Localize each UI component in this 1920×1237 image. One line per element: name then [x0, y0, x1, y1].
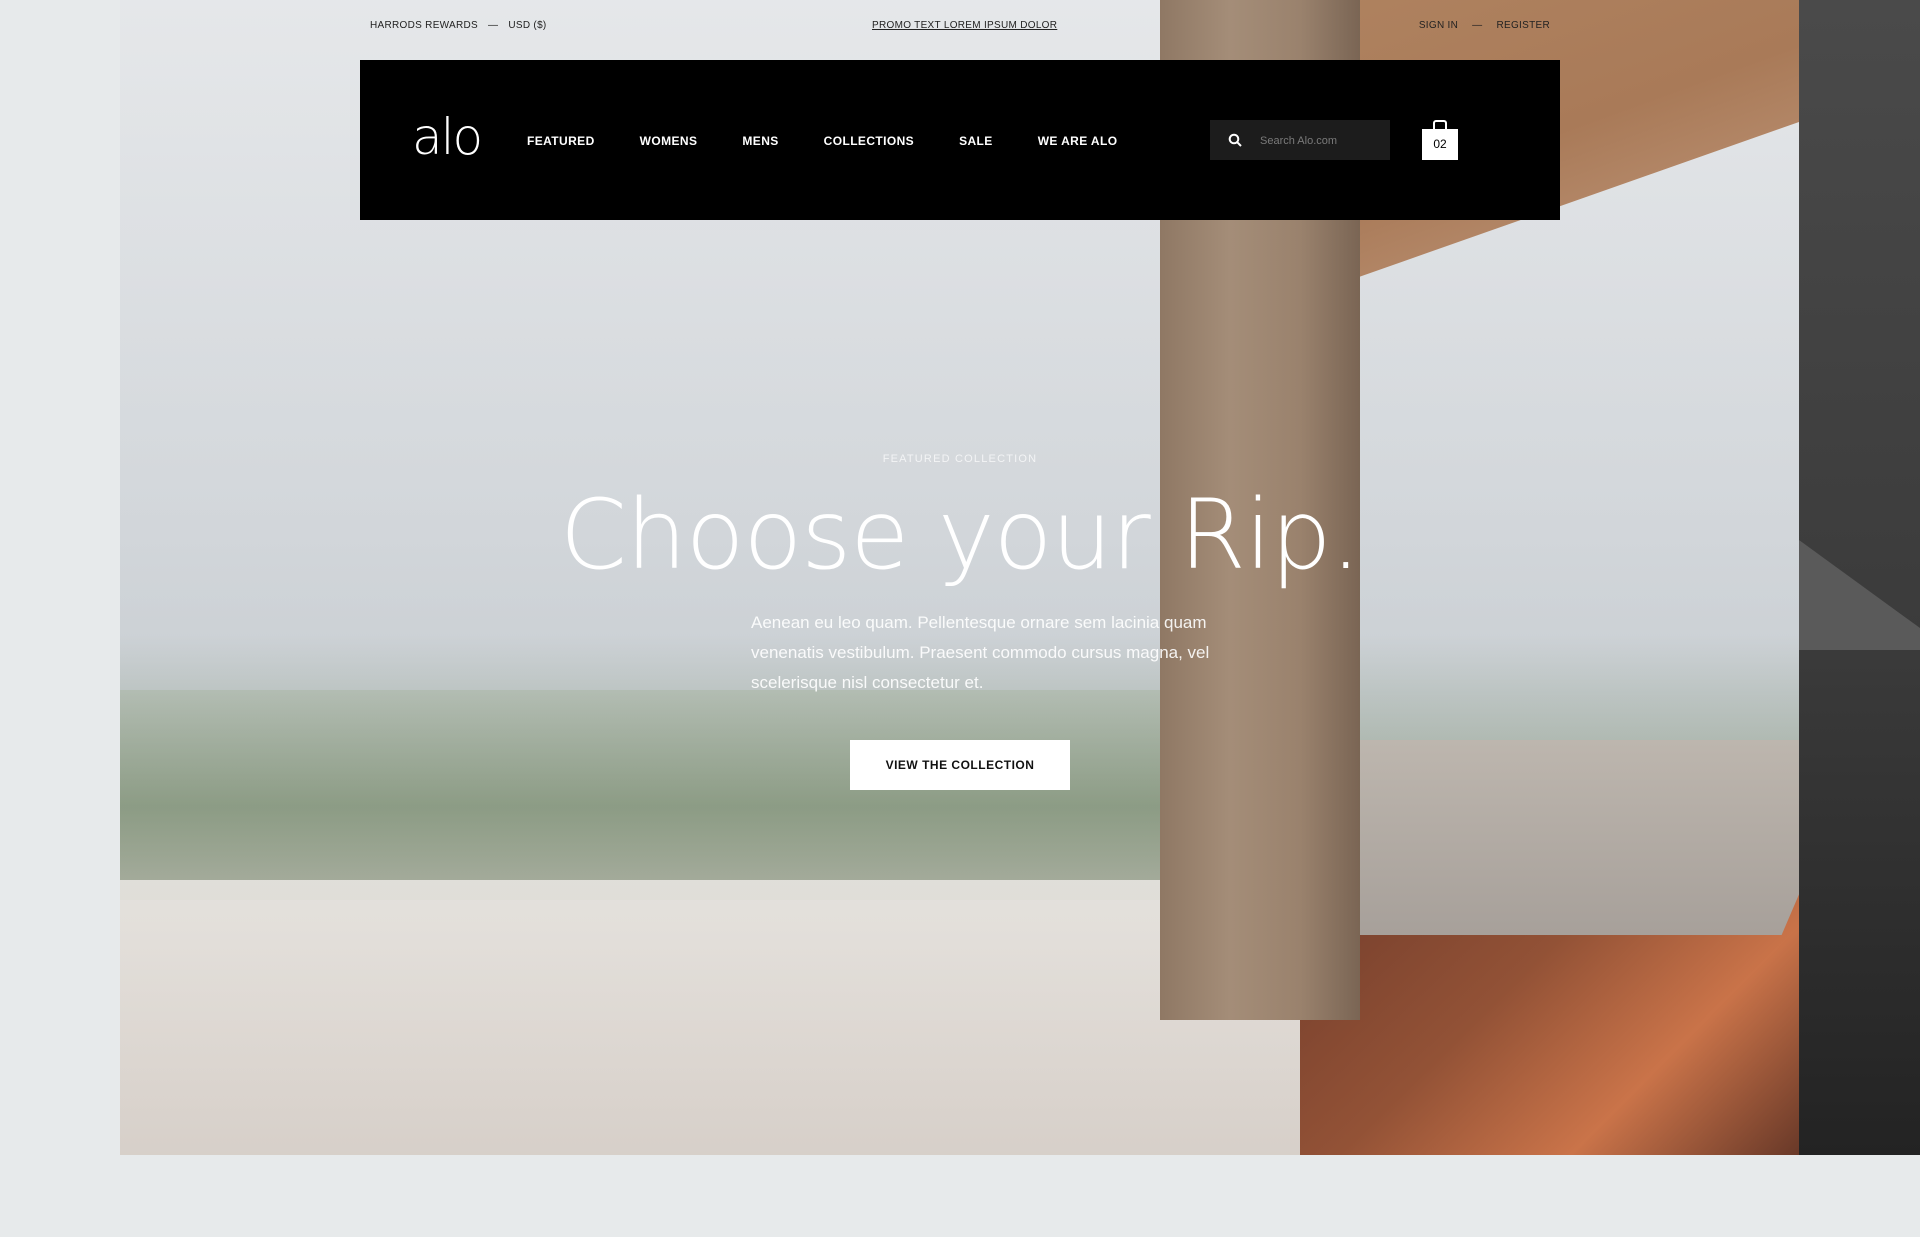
hero-scenery [120, 690, 1300, 900]
logo[interactable]: alo [412, 112, 483, 162]
search-input[interactable] [1258, 130, 1382, 152]
hero-headline: Choose your Rip. [559, 479, 1361, 591]
nav-collections[interactable]: COLLECTIONS [824, 134, 914, 148]
utility-separator: — [488, 20, 499, 31]
search-icon[interactable] [1228, 133, 1242, 147]
nav-womens[interactable]: WOMENS [640, 134, 698, 148]
sign-in-link[interactable]: SIGN IN [1419, 20, 1458, 31]
promo-link[interactable]: PROMO TEXT LOREM IPSUM DOLOR [872, 20, 1057, 31]
hero-body: Aenean eu leo quam. Pellentesque ornare … [751, 613, 1210, 692]
main-nav: FEATURED WOMENS MENS COLLECTIONS SALE WE… [527, 134, 1162, 148]
nav-featured[interactable]: FEATURED [527, 134, 595, 148]
hero-balcony [1340, 740, 1799, 935]
rewards-link[interactable]: HARRODS REWARDS [370, 20, 478, 31]
main-header: alo FEATURED WOMENS MENS COLLECTIONS SAL… [360, 60, 1560, 220]
nav-we-are-alo[interactable]: WE ARE ALO [1038, 134, 1118, 148]
utility-separator: — [1472, 20, 1483, 31]
cart-button[interactable]: 02 [1422, 120, 1458, 160]
cart-count: 02 [1422, 129, 1458, 160]
hero-eyebrow: FEATURED COLLECTION [882, 453, 1038, 465]
register-link[interactable]: REGISTER [1496, 20, 1550, 31]
view-collection-button[interactable]: VIEW THE COLLECTION [850, 740, 1070, 790]
search-box[interactable] [1210, 120, 1390, 160]
currency-selector[interactable]: USD ($) [508, 20, 546, 31]
nav-mens[interactable]: MENS [742, 134, 778, 148]
utility-bar: HARRODS REWARDS — USD ($) PROMO TEXT LOR… [370, 20, 1550, 36]
nav-sale[interactable]: SALE [959, 134, 993, 148]
hero-floor [120, 880, 1300, 1155]
